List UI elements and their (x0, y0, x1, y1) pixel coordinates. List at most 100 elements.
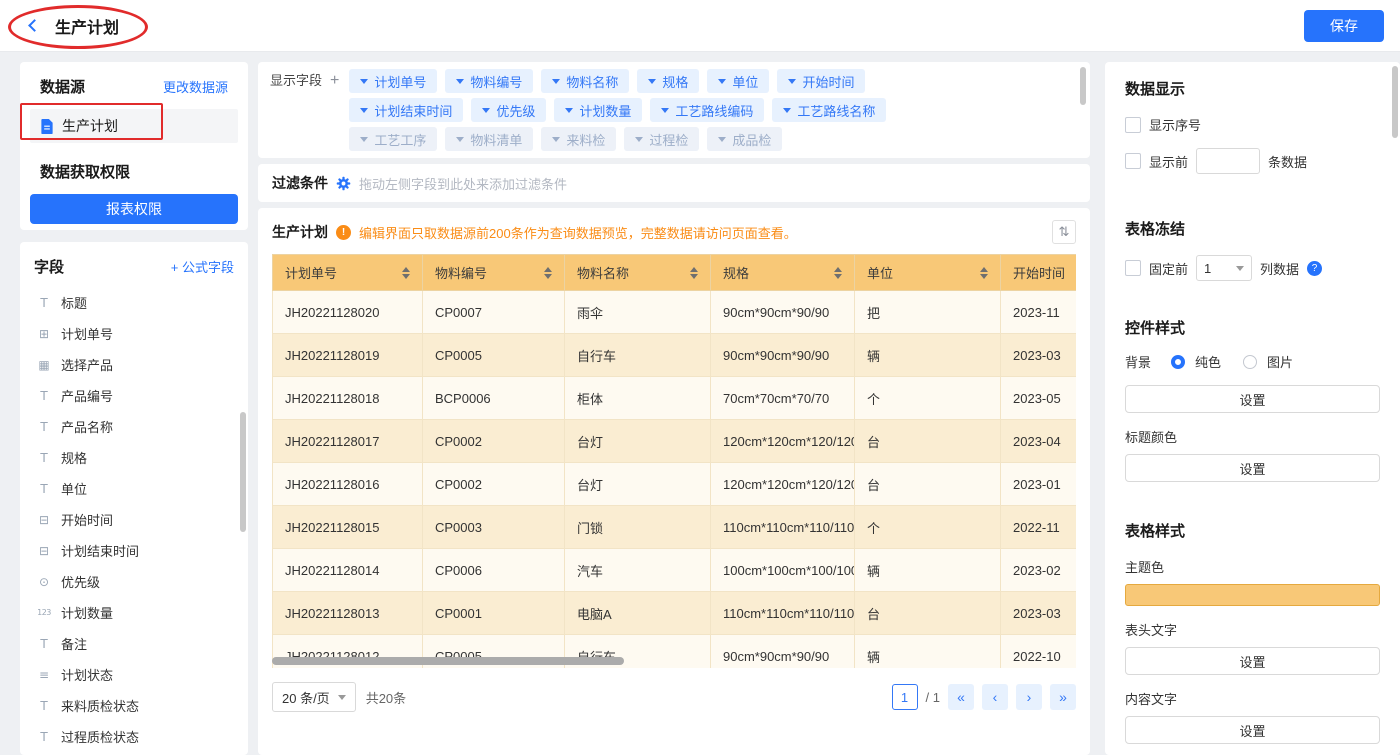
column-header[interactable]: 单位 (855, 255, 1001, 291)
chevron-down-icon (482, 108, 490, 113)
last-page-button[interactable]: » (1050, 684, 1076, 710)
display-field-chip[interactable]: 开始时间 (777, 69, 865, 93)
data-table: 计划单号物料编号物料名称规格 单位开始时间 JH20221128020CP0007… (272, 254, 1076, 668)
field-item[interactable]: 123计划数量 (20, 597, 248, 628)
next-page-button[interactable]: › (1016, 684, 1042, 710)
display-field-chip[interactable]: 单位 (707, 69, 769, 93)
column-header[interactable]: 物料编号 (423, 255, 565, 291)
report-permission-button[interactable]: 报表权限 (30, 194, 238, 224)
table-cell: CP0007 (423, 291, 565, 334)
back-button[interactable] (30, 21, 39, 30)
display-field-chip[interactable]: 规格 (637, 69, 699, 93)
table-row[interactable]: JH20221128015CP0003门锁110cm*110cm*110/110… (273, 506, 1077, 549)
display-field-chip[interactable]: 来料检 (541, 127, 616, 151)
field-item[interactable]: ⊟开始时间 (20, 504, 248, 535)
chip-row: 工艺工序物料清单来料检过程检成品检 (349, 127, 1066, 151)
table-row[interactable]: JH20221128016CP0002台灯120cm*120cm*120/120… (273, 463, 1077, 506)
column-header[interactable]: 规格 (711, 255, 855, 291)
field-item[interactable]: ⊞计划单号 (20, 318, 248, 349)
current-page-box[interactable]: 1 (892, 684, 918, 710)
column-sort-icon[interactable] (834, 267, 842, 279)
table-row[interactable]: JH20221128017CP0002台灯120cm*120cm*120/120… (273, 420, 1077, 463)
solid-color-radio[interactable] (1171, 355, 1185, 369)
table-cell: 2023-02 (1001, 549, 1077, 592)
column-sort-icon[interactable] (690, 267, 698, 279)
freeze-checkbox[interactable] (1125, 260, 1141, 276)
change-datasource-link[interactable]: 更改数据源 (163, 77, 228, 96)
display-field-chip[interactable]: 成品检 (707, 127, 782, 151)
field-item[interactable]: T备注 (20, 628, 248, 659)
settings-scrollbar[interactable] (1392, 66, 1398, 138)
chevron-down-icon (718, 79, 726, 84)
chevron-down-icon (783, 108, 791, 113)
display-field-chip[interactable]: 过程检 (624, 127, 699, 151)
display-field-chip[interactable]: 工艺路线名称 (772, 98, 886, 122)
display-field-chip[interactable]: 工艺路线编码 (650, 98, 764, 122)
add-formula-field-link[interactable]: + 公式字段 (171, 257, 234, 276)
display-field-chip[interactable]: 计划结束时间 (349, 98, 463, 122)
field-item[interactable]: T规格 (20, 442, 248, 473)
column-header[interactable]: 物料名称 (565, 255, 711, 291)
help-icon[interactable]: ? (1307, 261, 1322, 276)
column-header[interactable]: 计划单号 (273, 255, 423, 291)
column-sort-icon[interactable] (980, 267, 988, 279)
freeze-count-select[interactable]: 1 (1196, 255, 1252, 281)
add-display-field-button[interactable]: + (330, 69, 339, 93)
chevron-down-icon (718, 137, 726, 142)
display-field-chip[interactable]: 物料名称 (541, 69, 629, 93)
first-page-button[interactable]: « (948, 684, 974, 710)
table-row[interactable]: JH20221128013CP0001电脑A110cm*110cm*110/11… (273, 592, 1077, 635)
chip-label: 规格 (662, 72, 688, 91)
datasource-item[interactable]: 生产计划 (30, 109, 238, 143)
field-item[interactable]: ⊟计划结束时间 (20, 535, 248, 566)
field-item[interactable]: T标题 (20, 287, 248, 318)
table-cell: CP0006 (423, 549, 565, 592)
theme-color-swatch[interactable] (1125, 584, 1380, 606)
table-cell: 辆 (855, 635, 1001, 669)
header-text-set-button[interactable]: 设置 (1125, 647, 1380, 675)
column-sort-icon[interactable] (544, 267, 552, 279)
horizontal-scrollbar[interactable] (272, 657, 624, 665)
field-item-label: 单位 (61, 479, 87, 498)
field-item[interactable]: T过程质检状态 (20, 721, 248, 752)
show-first-checkbox[interactable] (1125, 153, 1141, 169)
table-row[interactable]: JH20221128018BCP0006柜体70cm*70cm*70/70个20… (273, 377, 1077, 420)
field-item[interactable]: ≡计划状态 (20, 659, 248, 690)
show-first-count-input[interactable] (1196, 148, 1260, 174)
display-field-chip[interactable]: 优先级 (471, 98, 546, 122)
display-field-chips: 计划单号物料编号物料名称规格单位开始时间计划结束时间优先级计划数量工艺路线编码工… (349, 69, 1078, 151)
filter-bar[interactable]: 过滤条件 拖动左侧字段到此处来添加过滤条件 (258, 164, 1090, 202)
field-item[interactable]: T产品编号 (20, 380, 248, 411)
background-set-button[interactable]: 设置 (1125, 385, 1380, 413)
image-radio[interactable] (1243, 355, 1257, 369)
save-button[interactable]: 保存 (1304, 10, 1384, 42)
field-item[interactable]: T来料质检状态 (20, 690, 248, 721)
field-item[interactable]: T产品名称 (20, 411, 248, 442)
page-size-select[interactable]: 20 条/页 (272, 682, 356, 712)
title-color-set-button[interactable]: 设置 (1125, 454, 1380, 482)
gear-icon[interactable] (336, 176, 351, 191)
display-field-chip[interactable]: 计划数量 (554, 98, 642, 122)
display-field-chip[interactable]: 工艺工序 (349, 127, 437, 151)
display-field-chip[interactable]: 物料清单 (445, 127, 533, 151)
display-field-chip[interactable]: 物料编号 (445, 69, 533, 93)
field-item[interactable]: T单位 (20, 473, 248, 504)
content-text-set-button[interactable]: 设置 (1125, 716, 1380, 744)
prev-page-button[interactable]: ‹ (982, 684, 1008, 710)
show-index-label: 显示序号 (1149, 115, 1201, 134)
field-item[interactable]: ⊙优先级 (20, 566, 248, 597)
display-fields-scrollbar[interactable] (1080, 67, 1086, 105)
table-row[interactable]: JH20221128019CP0005自行车90cm*90cm*90/90辆20… (273, 334, 1077, 377)
field-item[interactable]: ▦选择产品 (20, 349, 248, 380)
table-row[interactable]: JH20221128014CP0006汽车100cm*100cm*100/100… (273, 549, 1077, 592)
table-cell: 2022-11 (1001, 506, 1077, 549)
table-cell: 柜体 (565, 377, 711, 420)
column-header-label: 规格 (723, 263, 749, 282)
fields-scrollbar[interactable] (240, 412, 246, 532)
display-field-chip[interactable]: 计划单号 (349, 69, 437, 93)
column-header[interactable]: 开始时间 (1001, 255, 1077, 291)
table-row[interactable]: JH20221128020CP0007雨伞90cm*90cm*90/90把202… (273, 291, 1077, 334)
show-index-checkbox[interactable] (1125, 117, 1141, 133)
row-sort-button[interactable]: ⇅ (1052, 220, 1076, 244)
column-sort-icon[interactable] (402, 267, 410, 279)
